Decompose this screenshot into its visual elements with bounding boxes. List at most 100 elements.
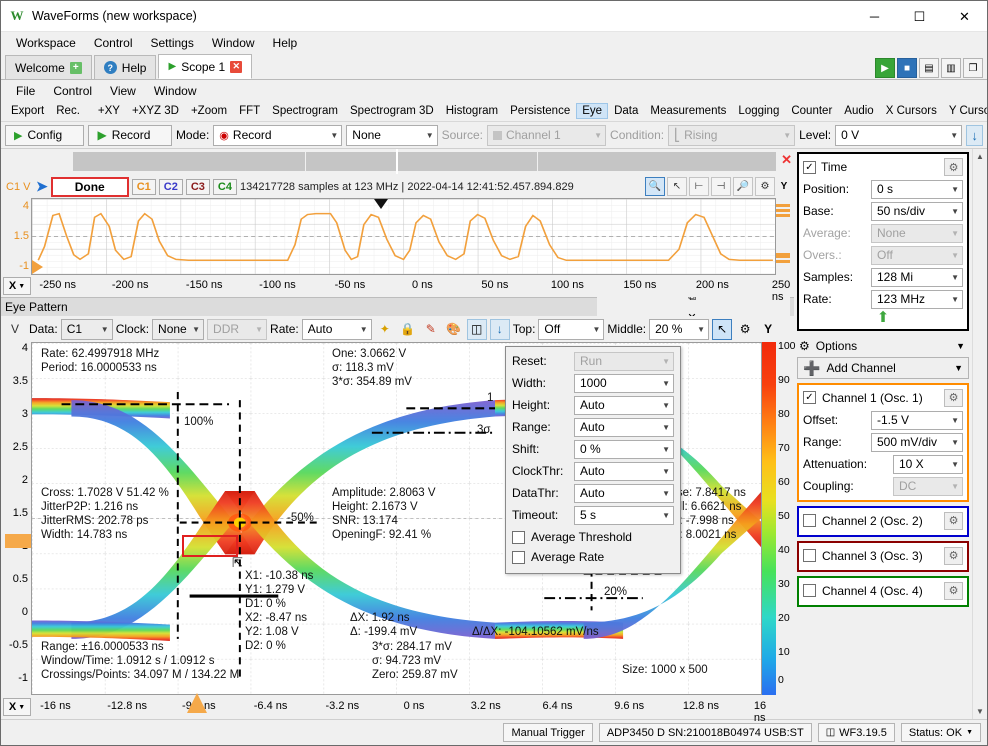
close-icon[interactable]: ✕ <box>230 61 242 73</box>
popup-reset-select[interactable]: Run ▼ <box>574 352 674 371</box>
brush-icon[interactable]: 🎨 <box>444 319 464 340</box>
mode-select[interactable]: ◉ Record ▼ <box>213 125 342 146</box>
popup-width-input[interactable]: 1000 ▼ <box>574 374 674 393</box>
right-panel-scrollbar[interactable]: ▲ ▼ <box>972 149 987 719</box>
func-logging[interactable]: Logging <box>732 103 785 119</box>
wand-icon[interactable]: ✦ <box>375 319 395 340</box>
version-info[interactable]: ◫ WF3.19.5 <box>818 723 895 742</box>
popup-timeout-select[interactable]: 5 s ▼ <box>574 506 674 525</box>
menu-help[interactable]: Help <box>264 33 307 53</box>
record-button[interactable]: ▶ Record <box>88 125 171 146</box>
pencil-icon[interactable]: ✎ <box>421 319 441 340</box>
scroll-up-icon[interactable]: ▲ <box>973 149 988 164</box>
measure-left-icon[interactable]: ⊢ <box>689 177 709 196</box>
scope-menu-file[interactable]: File <box>7 82 44 100</box>
ruler-icon[interactable]: ◫ <box>467 319 487 340</box>
zoom-fit-icon[interactable]: 🔍 <box>645 177 665 196</box>
eye-settings-popup[interactable]: Reset: Run ▼ Width: 1000 ▼ Height: Auto … <box>505 346 681 574</box>
channel-offset-marker[interactable] <box>5 534 31 548</box>
plus-icon[interactable]: + <box>70 62 82 74</box>
scroll-down-icon[interactable]: ▼ <box>973 704 988 719</box>
chevron-down-icon[interactable]: ▼ <box>954 363 963 373</box>
average-threshold-checkbox-row[interactable]: Average Threshold <box>512 527 674 547</box>
channel-1-offset-select[interactable]: -1.5 V ▼ <box>871 411 963 430</box>
func-x-cursors[interactable]: X Cursors <box>880 103 943 119</box>
gear-icon[interactable]: ⚙ <box>944 158 963 176</box>
average-rate-checkbox[interactable] <box>512 551 525 564</box>
func-export[interactable]: Export <box>5 103 50 119</box>
gear-icon[interactable]: ⚙ <box>944 389 963 407</box>
func-measurements[interactable]: Measurements <box>644 103 732 119</box>
lock-icon[interactable]: 🔒 <box>398 319 418 340</box>
time-base-select[interactable]: 50 ns/div ▼ <box>871 202 963 221</box>
eye-y-axis-button[interactable]: Y <box>758 319 778 340</box>
expand-icon[interactable]: ➤ <box>36 178 48 195</box>
gear-icon[interactable]: ⚙ <box>944 547 963 565</box>
channel-3-checkbox[interactable] <box>803 549 816 562</box>
stop-button[interactable]: ■ <box>897 58 917 78</box>
tab-scope-1[interactable]: ▶ Scope 1 ✕ <box>158 54 252 79</box>
channel-badge-c2[interactable]: C2 <box>159 179 183 195</box>
popup-height-select[interactable]: Auto ▼ <box>574 396 674 415</box>
data-select[interactable]: C1 ▼ <box>61 319 113 340</box>
channel-2-checkbox[interactable] <box>803 514 816 527</box>
options-section-header[interactable]: ⚙ Options ▼ <box>797 335 969 357</box>
tile-horizontal-button[interactable]: ▤ <box>919 58 939 78</box>
scope-waveform-canvas[interactable] <box>31 198 776 275</box>
time-position-select[interactable]: 0 s ▼ <box>871 180 963 199</box>
source-select[interactable]: Channel 1 ▼ <box>487 125 606 146</box>
time-checkbox[interactable]: ✓ <box>803 161 816 174</box>
up-arrow-icon[interactable]: ⬆ <box>803 309 963 325</box>
popup-range-select[interactable]: Auto ▼ <box>574 418 674 437</box>
measure-right-icon[interactable]: ⊣ <box>711 177 731 196</box>
channel-badge-c4[interactable]: C4 <box>213 179 237 195</box>
func-y-cursors[interactable]: Y Cursors <box>943 103 987 119</box>
channel-1-checkbox[interactable]: ✓ <box>803 391 816 404</box>
channel-badge-c1[interactable]: C1 <box>132 179 156 195</box>
config-button[interactable]: ▶ Config <box>5 125 84 146</box>
tab-help[interactable]: ? Help <box>94 55 157 79</box>
rate-select[interactable]: Auto ▼ <box>302 319 372 340</box>
channel-1-coupling-select[interactable]: DC ▼ <box>893 477 963 496</box>
down-arrow-icon[interactable]: ↓ <box>966 125 983 146</box>
channel-1-attenuation-select[interactable]: 10 X ▼ <box>893 455 963 474</box>
func-eye[interactable]: Eye <box>576 103 608 119</box>
status-badge[interactable]: Status: OK ▼ <box>901 723 981 742</box>
average-threshold-checkbox[interactable] <box>512 531 525 544</box>
add-channel-button[interactable]: ➕ Add Channel ▼ <box>797 357 969 379</box>
func-xyz-3d[interactable]: +XYZ 3D <box>126 103 185 119</box>
settings-icon[interactable]: ⚙ <box>755 177 775 196</box>
zoom-icon[interactable]: 🔎 <box>733 177 753 196</box>
time-samples-select[interactable]: 128 Mi ▼ <box>871 268 963 287</box>
channel-offset-marker[interactable] <box>32 260 43 274</box>
down-arrow-icon[interactable]: ↓ <box>490 319 510 340</box>
func-rec[interactable]: Rec. <box>50 103 86 119</box>
middle-select[interactable]: 20 % ▼ <box>649 319 709 340</box>
gear-icon[interactable]: ⚙ <box>944 512 963 530</box>
eye-cursor-marker[interactable] <box>187 693 207 713</box>
tab-welcome[interactable]: Welcome + <box>5 55 92 79</box>
scope-y-axis-button[interactable]: Y <box>777 177 791 196</box>
menu-workspace[interactable]: Workspace <box>7 33 85 53</box>
channel-badge-c3[interactable]: C3 <box>186 179 210 195</box>
func-xy[interactable]: +XY <box>92 103 126 119</box>
cascade-button[interactable]: ❐ <box>963 58 983 78</box>
trigger-type-select[interactable]: None ▼ <box>346 125 437 146</box>
func-audio[interactable]: Audio <box>838 103 879 119</box>
clock-select[interactable]: None ▼ <box>152 319 204 340</box>
popup-datathr-select[interactable]: Auto ▼ <box>574 484 674 503</box>
eye-x-axis-button[interactable]: X ▼ <box>3 698 31 716</box>
time-rate-select[interactable]: 123 MHz ▼ <box>871 290 963 309</box>
manual-trigger-button[interactable]: Manual Trigger <box>503 723 592 742</box>
ddr-select[interactable]: DDR ▼ <box>207 319 267 340</box>
func-data[interactable]: Data <box>608 103 644 119</box>
menu-window[interactable]: Window <box>203 33 264 53</box>
gear-icon[interactable]: ⚙ <box>944 582 963 600</box>
condition-select[interactable]: ⎣ Rising ▼ <box>668 125 795 146</box>
minimize-button[interactable]: ─ <box>852 1 897 32</box>
tile-vertical-button[interactable]: ▥ <box>941 58 961 78</box>
func-counter[interactable]: Counter <box>785 103 838 119</box>
time-oversampling-select[interactable]: Off ▼ <box>871 246 963 265</box>
cursor-icon[interactable]: ↖ <box>667 177 687 196</box>
scope-menu-view[interactable]: View <box>101 82 145 100</box>
